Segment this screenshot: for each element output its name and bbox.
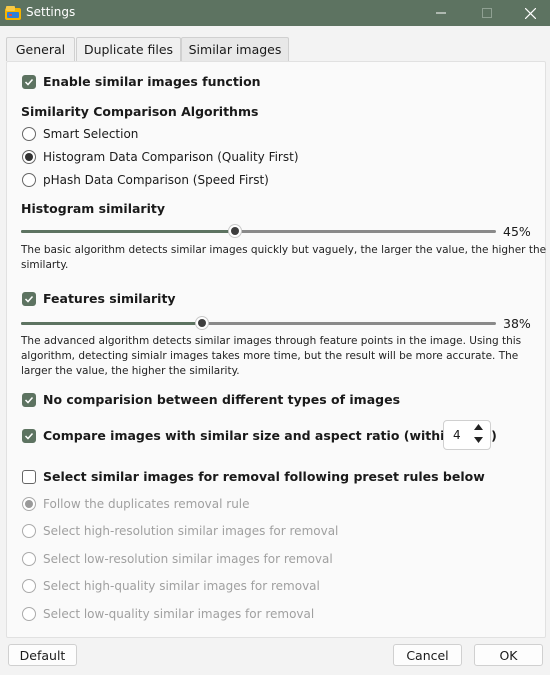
tab-similar-images[interactable]: Similar images xyxy=(181,37,289,61)
algorithm-option-smart[interactable]: Smart Selection xyxy=(22,127,138,141)
removal-rules-checkbox[interactable] xyxy=(22,469,36,484)
no-compare-types-label: No comparision between different types o… xyxy=(43,392,401,407)
enable-similar-checkbox[interactable] xyxy=(22,74,36,89)
radio-smart-selection[interactable] xyxy=(22,127,36,141)
close-icon xyxy=(524,7,536,19)
radio-label: Select high-quality similar images for r… xyxy=(43,579,320,593)
removal-rules-label: Select similar images for removal follow… xyxy=(43,469,485,484)
title-bar: Settings xyxy=(0,0,550,26)
features-description: The advanced algorithm detects similar i… xyxy=(21,335,522,377)
removal-rules-row[interactable]: Select similar images for removal follow… xyxy=(22,469,485,484)
radio-phash[interactable] xyxy=(22,173,36,187)
minimize-button[interactable] xyxy=(418,0,464,26)
ratio-spinbox[interactable]: 4 xyxy=(443,420,491,450)
algorithms-heading: Similarity Comparison Algorithms xyxy=(21,104,259,119)
radio-histogram[interactable] xyxy=(22,150,36,164)
checkmark-icon xyxy=(24,396,34,404)
close-button[interactable] xyxy=(510,0,550,26)
compare-size-label: Compare images with similar size and asp… xyxy=(43,428,497,443)
radio-label: Histogram Data Comparison (Quality First… xyxy=(43,150,299,164)
features-similarity-row[interactable]: Features similarity xyxy=(22,291,176,306)
slider-thumb[interactable] xyxy=(194,316,209,330)
algorithm-option-histogram[interactable]: Histogram Data Comparison (Quality First… xyxy=(22,150,299,164)
app-icon xyxy=(5,6,21,20)
slider-thumb[interactable] xyxy=(227,224,242,238)
histogram-value: 45% xyxy=(503,224,531,239)
radio-follow-duplicates[interactable] xyxy=(22,497,36,511)
checkmark-icon xyxy=(24,295,34,303)
radio-label: pHash Data Comparison (Speed First) xyxy=(43,173,269,187)
ratio-value[interactable]: 4 xyxy=(453,428,461,442)
removal-option-high-quality[interactable]: Select high-quality similar images for r… xyxy=(22,579,320,593)
compare-size-checkbox[interactable] xyxy=(22,428,36,443)
radio-low-quality[interactable] xyxy=(22,607,36,621)
algorithm-option-phash[interactable]: pHash Data Comparison (Speed First) xyxy=(22,173,269,187)
removal-option-low-resolution[interactable]: Select low-resolution similar images for… xyxy=(22,552,333,566)
maximize-icon xyxy=(482,8,492,18)
default-button[interactable]: Default xyxy=(8,644,77,666)
spin-up-icon[interactable] xyxy=(474,424,483,430)
compare-size-row[interactable]: Compare images with similar size and asp… xyxy=(22,428,497,443)
enable-similar-label: Enable similar images function xyxy=(43,74,261,89)
no-compare-types-row[interactable]: No comparision between different types o… xyxy=(22,392,400,407)
radio-label: Select low-quality similar images for re… xyxy=(43,607,315,621)
checkmark-icon xyxy=(24,78,34,86)
radio-high-quality[interactable] xyxy=(22,579,36,593)
removal-option-low-quality[interactable]: Select low-quality similar images for re… xyxy=(22,607,314,621)
removal-option-follow-duplicates[interactable]: Follow the duplicates removal rule xyxy=(22,497,250,511)
tab-duplicate-files[interactable]: Duplicate files xyxy=(76,37,181,61)
spin-down-icon[interactable] xyxy=(474,437,483,443)
radio-label: Select low-resolution similar images for… xyxy=(43,552,333,566)
features-value: 38% xyxy=(503,316,531,331)
minimize-icon xyxy=(436,12,446,14)
maximize-button xyxy=(464,0,510,26)
radio-low-resolution[interactable] xyxy=(22,552,36,566)
radio-label: Follow the duplicates removal rule xyxy=(43,497,250,511)
window-title: Settings xyxy=(26,5,76,19)
features-similarity-checkbox[interactable] xyxy=(22,291,36,306)
radio-label: Select high-resolution similar images fo… xyxy=(43,524,339,538)
ok-button[interactable]: OK xyxy=(474,644,543,666)
no-compare-types-checkbox[interactable] xyxy=(22,392,36,407)
histogram-slider[interactable] xyxy=(21,223,496,239)
cancel-button[interactable]: Cancel xyxy=(393,644,462,666)
checkmark-icon xyxy=(24,432,34,440)
histogram-heading: Histogram similarity xyxy=(21,201,166,216)
features-similarity-label: Features similarity xyxy=(43,291,176,306)
enable-similar-row[interactable]: Enable similar images function xyxy=(22,74,261,89)
features-slider[interactable] xyxy=(21,315,496,331)
histogram-description: The basic algorithm detects similar imag… xyxy=(21,244,547,271)
tab-general[interactable]: General xyxy=(6,37,75,61)
radio-label: Smart Selection xyxy=(43,127,139,141)
removal-option-high-resolution[interactable]: Select high-resolution similar images fo… xyxy=(22,524,338,538)
radio-high-resolution[interactable] xyxy=(22,524,36,538)
